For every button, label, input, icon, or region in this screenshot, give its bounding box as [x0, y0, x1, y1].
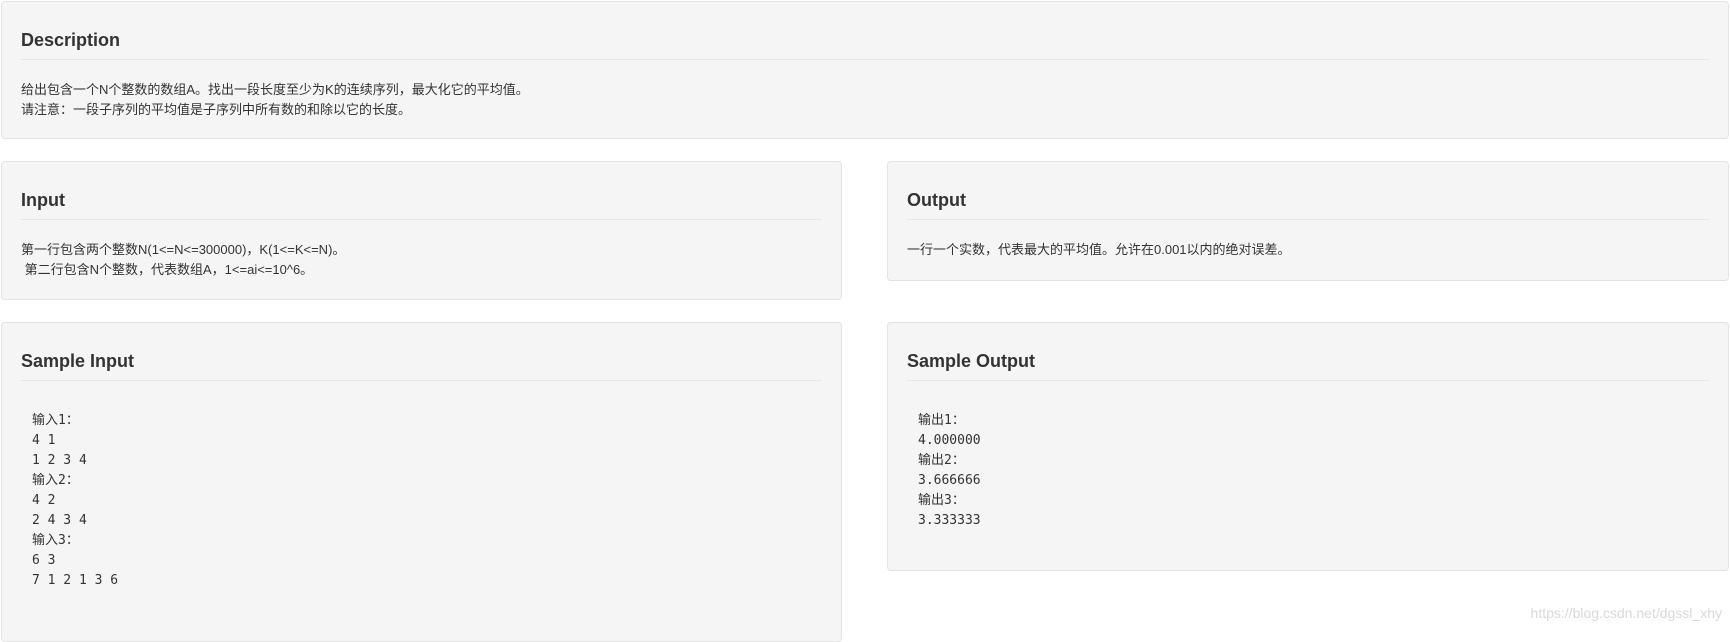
- sample-input-line: 4 1: [32, 433, 56, 448]
- sample-output-title: Sample Output: [907, 323, 1709, 381]
- description-panel: Description 给出包含一个N个整数的数组A。找出一段长度至少为K的连续…: [1, 1, 1729, 139]
- input-title: Input: [21, 162, 822, 220]
- output-title: Output: [907, 162, 1709, 220]
- sample-output-code: 输出1： 4.000000 输出2： 3.666666 输出3： 3.33333…: [907, 411, 1709, 531]
- watermark: https://blog.csdn.net/dgssl_xhy: [1530, 605, 1722, 621]
- input-line: 第二行包含N个整数，代表数组A，1<=ai<=10^6。: [21, 262, 314, 277]
- input-line: 第一行包含两个整数N(1<=N<=300000)，K(1<=K<=N)。: [21, 242, 346, 257]
- input-panel: Input 第一行包含两个整数N(1<=N<=300000)，K(1<=K<=N…: [1, 161, 842, 300]
- sample-input-line: 6 3: [32, 553, 56, 568]
- sample-input-line: 7 1 2 1 3 6: [32, 573, 119, 588]
- sample-output-panel: Sample Output 输出1： 4.000000 输出2： 3.66666…: [887, 322, 1729, 571]
- sample-input-line: 输入1：: [32, 413, 79, 428]
- description-title: Description: [21, 2, 1709, 60]
- description-line: 给出包含一个N个整数的数组A。找出一段长度至少为K的连续序列，最大化它的平均值。: [21, 82, 529, 97]
- sample-input-code: 输入1： 4 1 1 2 3 4 输入2： 4 2 2 4 3 4 输入3： 6…: [21, 411, 822, 591]
- sample-input-title: Sample Input: [21, 323, 822, 381]
- sample-output-line: 输出2：: [918, 453, 965, 468]
- sample-input-line: 输入3：: [32, 533, 79, 548]
- output-body: 一行一个实数，代表最大的平均值。允许在0.001以内的绝对误差。: [907, 240, 1709, 260]
- sample-output-line: 输出1：: [918, 413, 965, 428]
- sample-input-line: 2 4 3 4: [32, 513, 87, 528]
- input-body: 第一行包含两个整数N(1<=N<=300000)，K(1<=K<=N)。 第二行…: [21, 240, 822, 280]
- output-line: 一行一个实数，代表最大的平均值。允许在0.001以内的绝对误差。: [907, 242, 1291, 257]
- sample-input-panel: Sample Input 输入1： 4 1 1 2 3 4 输入2： 4 2 2…: [1, 322, 842, 642]
- sample-output-line: 输出3：: [918, 493, 965, 508]
- sample-input-line: 1 2 3 4: [32, 453, 87, 468]
- sample-output-line: 3.666666: [918, 473, 981, 488]
- description-line: 请注意：一段子序列的平均值是子序列中所有数的和除以它的长度。: [21, 102, 412, 117]
- sample-output-line: 3.333333: [918, 513, 981, 528]
- sample-input-line: 输入2：: [32, 473, 79, 488]
- sample-input-line: 4 2: [32, 493, 56, 508]
- sample-output-line: 4.000000: [918, 433, 981, 448]
- output-panel: Output 一行一个实数，代表最大的平均值。允许在0.001以内的绝对误差。: [887, 161, 1729, 281]
- description-body: 给出包含一个N个整数的数组A。找出一段长度至少为K的连续序列，最大化它的平均值。…: [21, 80, 1709, 120]
